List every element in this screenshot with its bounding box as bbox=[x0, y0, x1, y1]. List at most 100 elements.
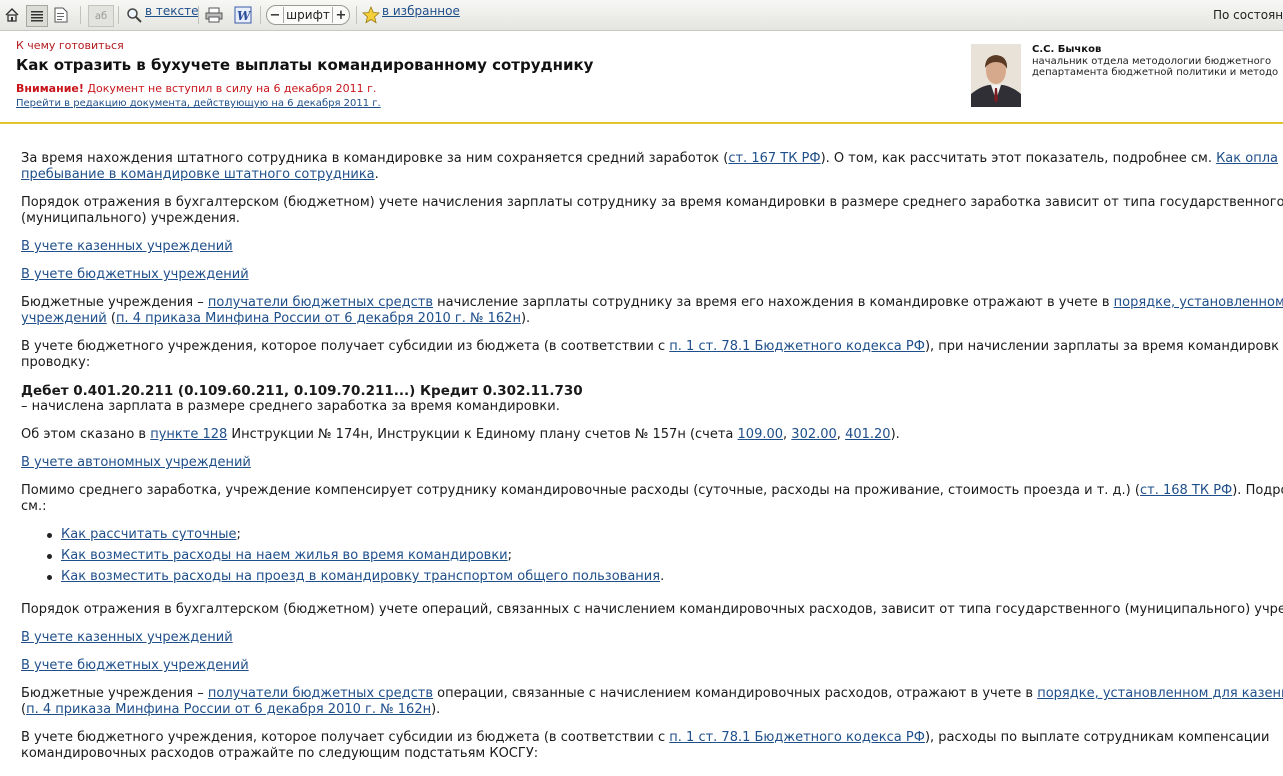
text: В учете бюджетного учреждения, которое п… bbox=[21, 730, 670, 745]
text: Об этом сказано в bbox=[21, 427, 151, 442]
link-kazennye-uchrezhdeniya[interactable]: В учете казенных учреждений bbox=[21, 239, 233, 255]
paragraph-budget-recipients-2: Бюджетные учреждения – получатели бюджет… bbox=[21, 686, 1283, 702]
paragraph-subsidies-2: В учете бюджетного учреждения, которое п… bbox=[21, 730, 1269, 746]
link-travel-expenses[interactable]: Как возместить расходы на проезд в коман… bbox=[61, 569, 660, 584]
link-avtonomnye-uchrezhdeniya[interactable]: В учете автономных учреждений bbox=[21, 455, 251, 471]
link-account-401[interactable]: 401.20 bbox=[845, 427, 891, 442]
author-name: С.С. Бычков bbox=[1032, 44, 1102, 55]
text: . bbox=[660, 569, 665, 584]
link-account-109[interactable]: 109.00 bbox=[738, 427, 784, 442]
text: , bbox=[836, 427, 846, 442]
author-position-line-1: начальник отдела методологии бюджетного bbox=[1032, 56, 1272, 67]
toolbar-separator bbox=[198, 6, 199, 24]
link-budget-recipients-2[interactable]: получатели бюджетных средств bbox=[208, 686, 433, 701]
warning-text: Документ не вступил в силу на 6 декабря … bbox=[83, 82, 377, 95]
link-institutions[interactable]: учреждений bbox=[21, 311, 107, 326]
link-business-trip-stay[interactable]: пребывание в командировке штатного сотру… bbox=[21, 167, 375, 182]
text: Бюджетные учреждения – bbox=[21, 295, 208, 310]
link-budzhetnye-uchrezhdeniya-2[interactable]: В учете бюджетных учреждений bbox=[21, 658, 249, 674]
add-to-favorites-link[interactable]: в избранное bbox=[382, 4, 460, 18]
text: ), при начислении зарплаты за время кома… bbox=[924, 339, 1279, 354]
link-art-168[interactable]: ст. 168 ТК РФ bbox=[1140, 483, 1232, 498]
text: ). bbox=[520, 311, 531, 326]
search-in-text-link[interactable]: в тексте bbox=[145, 4, 198, 18]
list-item: Как рассчитать суточные; bbox=[61, 527, 241, 543]
paragraph-compensation: Помимо среднего заработка, учреждение ко… bbox=[21, 483, 1283, 499]
list-item: Как возместить расходы на наем жилья во … bbox=[61, 548, 512, 564]
toolbar: аб в тексте W − шрифт + в избранное По с… bbox=[0, 0, 1283, 31]
toolbar-separator bbox=[356, 6, 357, 24]
document-icon[interactable] bbox=[51, 5, 71, 25]
search-icon[interactable] bbox=[124, 5, 144, 25]
link-account-302[interactable]: 302.00 bbox=[791, 427, 837, 442]
page-title: Как отразить в бухучете выплаты командир… bbox=[16, 56, 594, 74]
text: операции, связанные с начислением команд… bbox=[433, 686, 1038, 701]
toolbar-separator bbox=[260, 6, 261, 24]
status-text: По состояни bbox=[1213, 8, 1283, 22]
toolbar-separator bbox=[118, 6, 119, 24]
text: ( bbox=[106, 311, 116, 326]
font-increase-button[interactable]: + bbox=[333, 8, 349, 23]
contents-list-icon[interactable] bbox=[26, 5, 48, 27]
word-export-icon[interactable]: W bbox=[232, 5, 254, 25]
link-point-128[interactable]: пункте 128 bbox=[150, 427, 227, 442]
paragraph-instructions: Об этом сказано в пункте 128 Инструкции … bbox=[21, 427, 900, 443]
author-position: начальник отдела методологии бюджетного … bbox=[1032, 56, 1278, 78]
bullet-icon bbox=[47, 575, 52, 580]
warning-notice: Внимание! Документ не вступил в силу на … bbox=[16, 82, 376, 95]
text: ), расходы по выплате сотрудникам компен… bbox=[924, 730, 1270, 745]
accounting-entry-description: – начислена зарплата в размере среднего … bbox=[21, 399, 560, 414]
paragraph-subsidies-cont: проводку: bbox=[21, 355, 91, 370]
paragraph-subsidies-2-cont: командировочных расходов отражайте по сл… bbox=[21, 746, 539, 761]
paragraph-operations-order: Порядок отражения в бухгалтерском (бюдже… bbox=[21, 602, 1283, 617]
link-budget-code-78-1[interactable]: п. 1 ст. 78.1 Бюджетного кодекса РФ bbox=[669, 339, 925, 354]
paragraph-compensation-cont: см.: bbox=[21, 499, 47, 514]
text: ). bbox=[431, 702, 441, 717]
paragraph-average-salary: За время нахождения штатного сотрудника … bbox=[21, 151, 1278, 167]
link-budzhetnye-uchrezhdeniya[interactable]: В учете бюджетных учреждений bbox=[21, 267, 249, 283]
paragraph-budget-recipients-cont: учреждений (п. 4 приказа Минфина России … bbox=[21, 311, 530, 327]
svg-text:W: W bbox=[237, 9, 252, 23]
list-item: Как возместить расходы на проезд в коман… bbox=[61, 569, 664, 585]
document-header: К чему готовиться Как отразить в бухучет… bbox=[0, 31, 1283, 124]
text: ). Подро bbox=[1232, 483, 1283, 498]
font-decrease-button[interactable]: − bbox=[267, 8, 283, 23]
text: ). bbox=[890, 427, 900, 442]
star-icon[interactable] bbox=[361, 5, 381, 25]
paragraph-average-salary-cont: пребывание в командировке штатного сотру… bbox=[21, 167, 379, 183]
warning-label: Внимание! bbox=[16, 82, 84, 95]
link-minfin-order-162n-2[interactable]: п. 4 приказа Минфина России от 6 декабря… bbox=[26, 702, 431, 717]
link-per-diem[interactable]: Как рассчитать суточные bbox=[61, 527, 237, 542]
paragraph-budget-recipients: Бюджетные учреждения – получатели бюджет… bbox=[21, 295, 1283, 311]
author-position-line-2: департамента бюджетной политики и методо bbox=[1032, 67, 1279, 78]
current-edition-link[interactable]: Перейти в редакцию документа, действующу… bbox=[16, 98, 381, 109]
text: Бюджетные учреждения – bbox=[21, 686, 208, 701]
text: ). О том, как рассчитать этот показатель… bbox=[820, 151, 1217, 166]
link-established-order-2[interactable]: порядке, установленном для казенн bbox=[1037, 686, 1283, 701]
text: . bbox=[374, 167, 379, 182]
spellcheck-button[interactable]: аб bbox=[88, 5, 114, 27]
text: ; bbox=[507, 548, 513, 563]
link-art-167[interactable]: ст. 167 ТК РФ bbox=[728, 151, 820, 166]
bullet-icon bbox=[47, 554, 52, 559]
paragraph-budget-recipients-2-cont: (п. 4 приказа Минфина России от 6 декабр… bbox=[21, 702, 440, 718]
paragraph-subsidies: В учете бюджетного учреждения, которое п… bbox=[21, 339, 1279, 355]
home-icon[interactable] bbox=[3, 5, 21, 25]
link-how-to-pay[interactable]: Как опла bbox=[1216, 151, 1278, 166]
print-icon[interactable] bbox=[203, 5, 225, 25]
text: В учете бюджетного учреждения, которое п… bbox=[21, 339, 670, 354]
text: Помимо среднего заработка, учреждение ко… bbox=[21, 483, 1140, 498]
section-kicker: К чему готовиться bbox=[16, 39, 124, 52]
paragraph-accounting-order: Порядок отражения в бухгалтерском (бюдже… bbox=[21, 195, 1283, 210]
font-label: шрифт bbox=[283, 7, 333, 23]
paragraph-accounting-order-cont: (муниципального) учреждения. bbox=[21, 211, 240, 226]
accounting-entry: Дебет 0.401.20.211 (0.109.60.211, 0.109.… bbox=[21, 383, 583, 399]
link-kazennye-uchrezhdeniya-2[interactable]: В учете казенных учреждений bbox=[21, 630, 233, 646]
bullet-icon bbox=[47, 533, 52, 538]
link-minfin-order-162n[interactable]: п. 4 приказа Минфина России от 6 декабря… bbox=[116, 311, 521, 326]
link-housing-expenses[interactable]: Как возместить расходы на наем жилья во … bbox=[61, 548, 508, 563]
link-budget-recipients[interactable]: получатели бюджетных средств bbox=[208, 295, 433, 310]
font-size-control: − шрифт + bbox=[266, 5, 350, 25]
link-budget-code-78-1-2[interactable]: п. 1 ст. 78.1 Бюджетного кодекса РФ bbox=[669, 730, 925, 745]
link-established-order[interactable]: порядке, установленном д bbox=[1114, 295, 1283, 310]
